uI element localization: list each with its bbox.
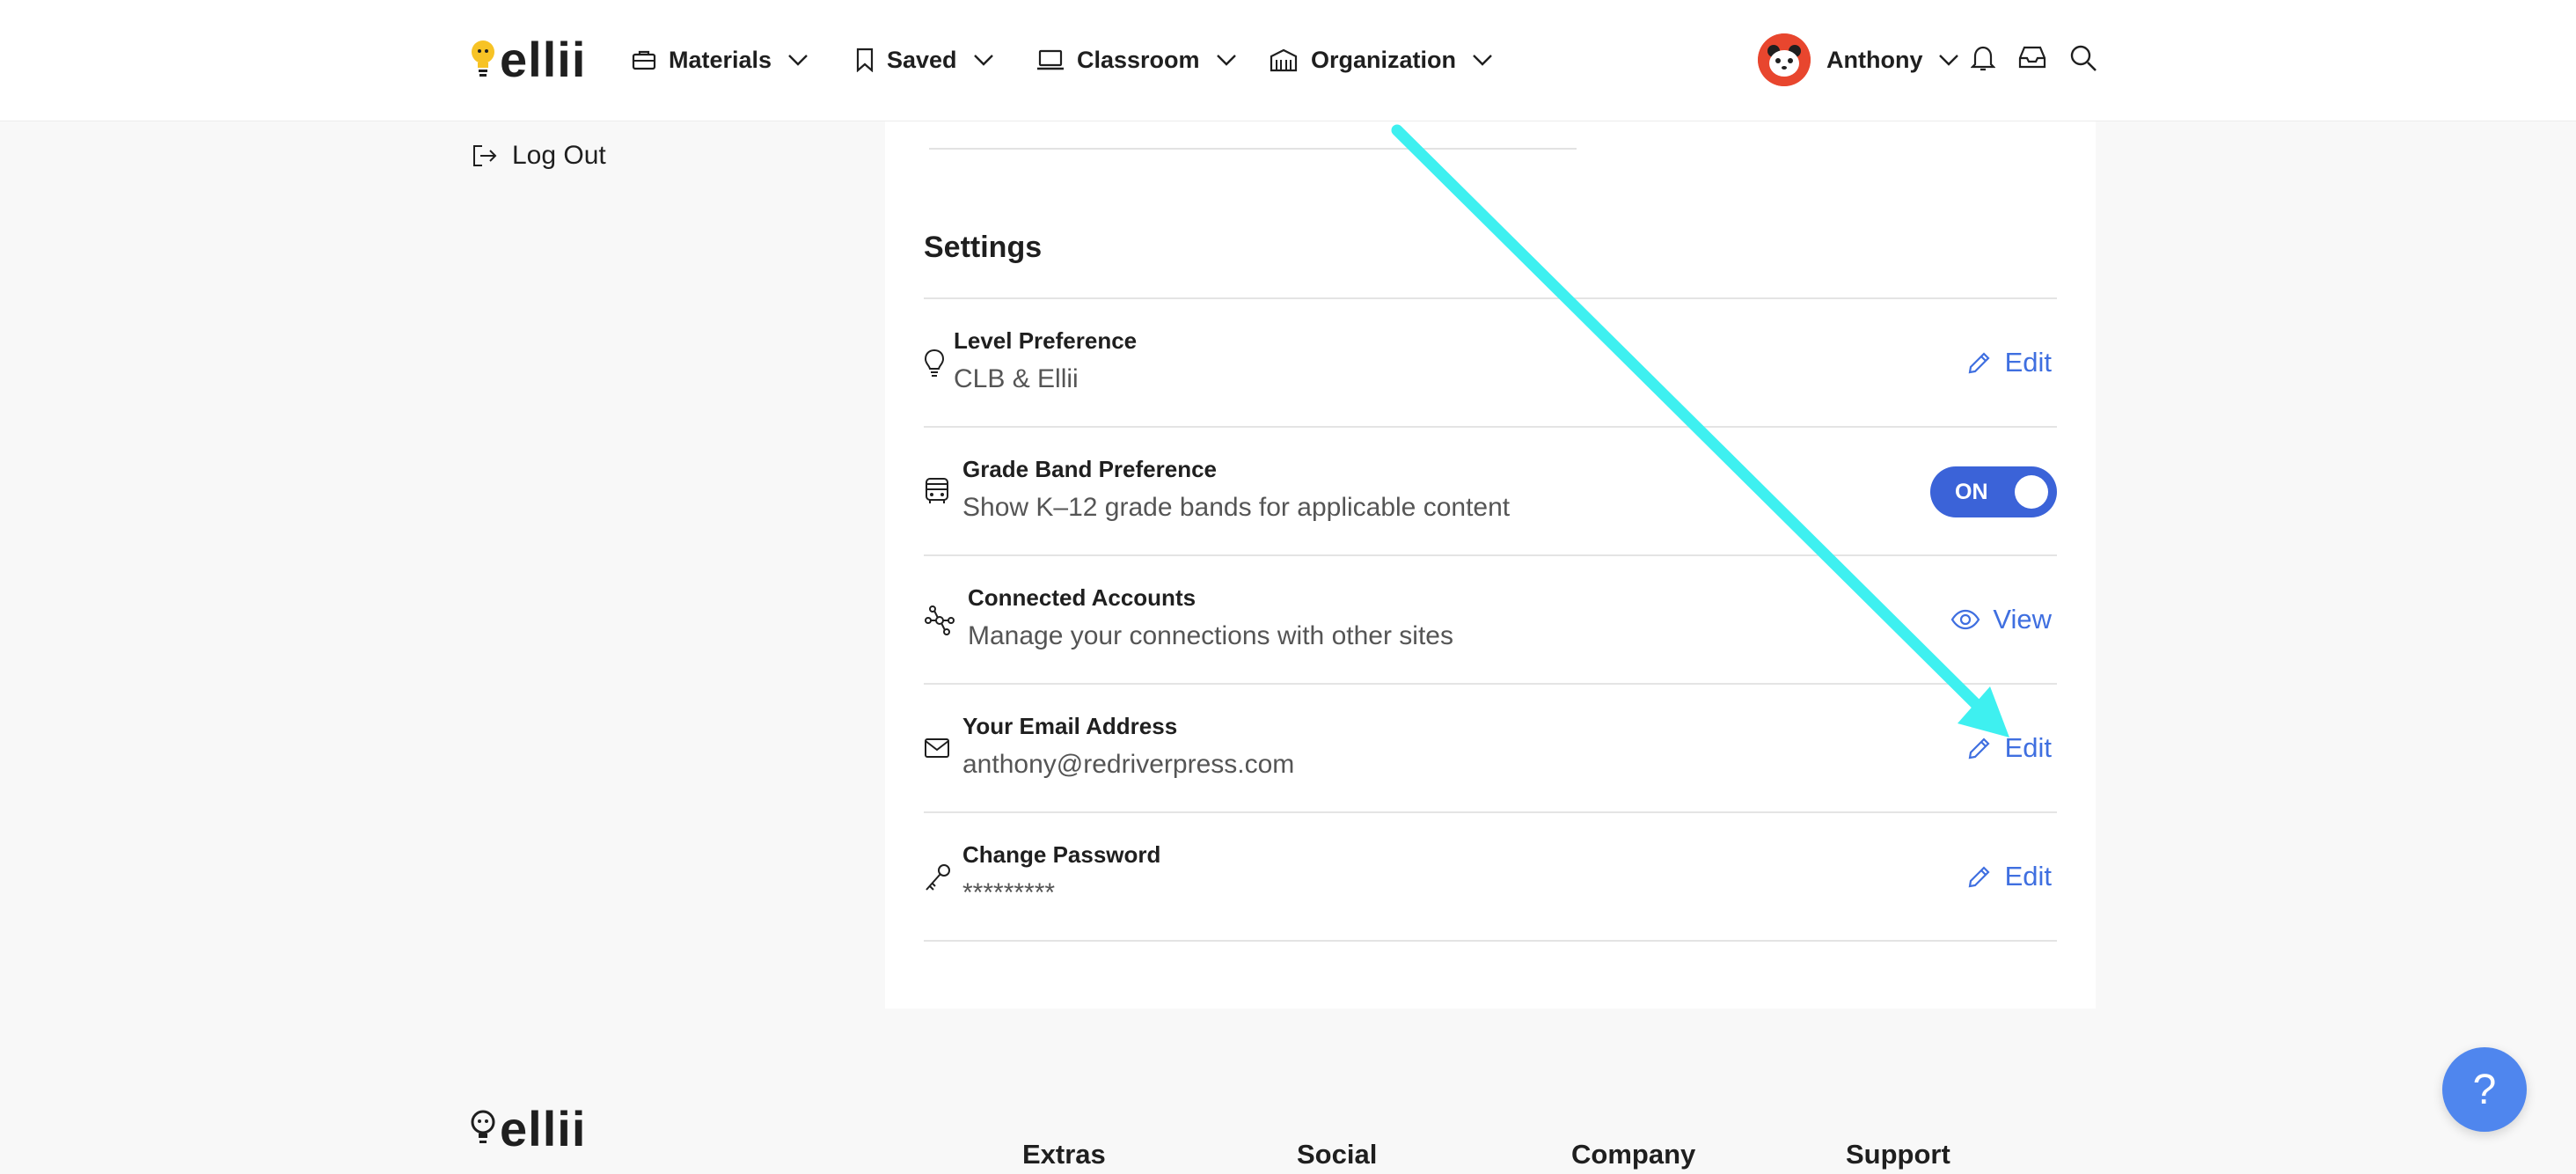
search-icon[interactable] (2069, 44, 2097, 72)
settings-row-email: Your Email Address anthony@redriverpress… (924, 685, 2057, 811)
grade-band-toggle[interactable]: ON (1930, 466, 2057, 517)
briefcase-icon (632, 50, 656, 70)
settings-row-password: Change Password ********* Edit (924, 813, 2057, 940)
edit-label: Edit (2004, 861, 2052, 892)
divider (924, 940, 2057, 942)
setting-value: anthony@redriverpress.com (962, 750, 1295, 779)
setting-label: Change Password (962, 841, 1161, 868)
footer-logo[interactable]: ellii (470, 1100, 586, 1157)
footer-col-extras[interactable]: Extras (1022, 1139, 1106, 1170)
toggle-knob (2015, 475, 2048, 509)
setting-label: Connected Accounts (968, 584, 1197, 611)
chevron-down-icon (1216, 55, 1236, 66)
pencil-icon (1968, 866, 1990, 888)
chevron-down-icon (1939, 55, 1959, 66)
chevron-down-icon (788, 55, 808, 66)
chevron-down-icon (1473, 55, 1492, 66)
nav-saved[interactable]: Saved (855, 37, 994, 83)
nav-classroom[interactable]: Classroom (1036, 37, 1237, 83)
pencil-icon (1968, 737, 1990, 759)
help-button[interactable]: ? (2442, 1047, 2527, 1132)
nav-saved-label: Saved (887, 46, 957, 73)
bell-icon[interactable] (1971, 44, 1995, 72)
key-icon (926, 864, 950, 891)
settings-card: Settings Level Preference CLB & Ellii Ed… (885, 121, 2096, 1009)
bus-icon (926, 478, 948, 503)
panda-avatar-icon (1758, 33, 1811, 86)
nav-materials[interactable]: Materials (632, 37, 809, 83)
lightbulb-logo-icon (471, 1110, 495, 1143)
nav-organization[interactable]: Organization (1269, 37, 1493, 83)
chevron-down-icon (973, 55, 993, 66)
setting-value: Manage your connections with other sites (968, 621, 1453, 650)
toggle-label: ON (1955, 479, 1988, 504)
footer-col-support[interactable]: Support (1846, 1139, 1950, 1170)
network-icon (925, 605, 955, 635)
lightbulb-logo-icon (472, 40, 494, 77)
building-icon (1270, 48, 1298, 72)
nav-materials-label: Materials (669, 46, 772, 73)
setting-label: Your Email Address (962, 713, 1178, 739)
edit-label: Edit (2004, 347, 2052, 378)
logout-label: Log Out (512, 141, 606, 170)
eye-icon (1951, 609, 1980, 630)
ellii-logo[interactable]: ellii (470, 30, 586, 88)
footer-col-company[interactable]: Company (1571, 1139, 1695, 1170)
setting-label: Level Preference (954, 327, 1138, 354)
settings-row-grade-band: Grade Band Preference Show K–12 grade ba… (924, 428, 2057, 554)
logout-link[interactable]: Log Out (472, 141, 606, 171)
setting-label: Grade Band Preference (962, 456, 1218, 482)
help-label: ? (2472, 1066, 2497, 1113)
edit-label: Edit (2004, 732, 2052, 763)
envelope-icon (925, 738, 949, 758)
settings-title: Settings (924, 231, 1043, 264)
lightbulb-icon (924, 349, 945, 377)
user-menu[interactable]: Anthony (1758, 32, 1959, 88)
setting-value: CLB & Ellii (954, 364, 1079, 393)
bookmark-icon (856, 48, 874, 72)
laptop-icon (1037, 49, 1064, 70)
top-header: ellii Materials Saved Classroom Organiza… (0, 0, 2576, 121)
settings-row-level-preference: Level Preference CLB & Ellii Edit (924, 299, 2057, 426)
view-label: View (1993, 604, 2052, 635)
logo-text: ellii (500, 31, 587, 87)
nav-classroom-label: Classroom (1077, 46, 1200, 73)
view-connected-accounts-button[interactable]: View (1950, 604, 2052, 635)
setting-value: Show K–12 grade bands for applicable con… (962, 493, 1511, 522)
footer-logo-text: ellii (500, 1101, 587, 1156)
user-name: Anthony (1826, 46, 1923, 73)
avatar (1758, 33, 1811, 86)
nav-organization-label: Organization (1311, 46, 1457, 73)
footer-col-social[interactable]: Social (1297, 1139, 1377, 1170)
edit-password-button[interactable]: Edit (1966, 861, 2052, 892)
divider (929, 148, 1577, 150)
settings-row-connected-accounts: Connected Accounts Manage your connectio… (924, 556, 2057, 683)
edit-email-button[interactable]: Edit (1966, 732, 2052, 764)
edit-level-preference-button[interactable]: Edit (1966, 347, 2052, 378)
inbox-icon[interactable] (2018, 44, 2046, 70)
logout-icon (473, 145, 497, 166)
pencil-icon (1968, 352, 1990, 374)
setting-value: ********* (962, 878, 1056, 907)
